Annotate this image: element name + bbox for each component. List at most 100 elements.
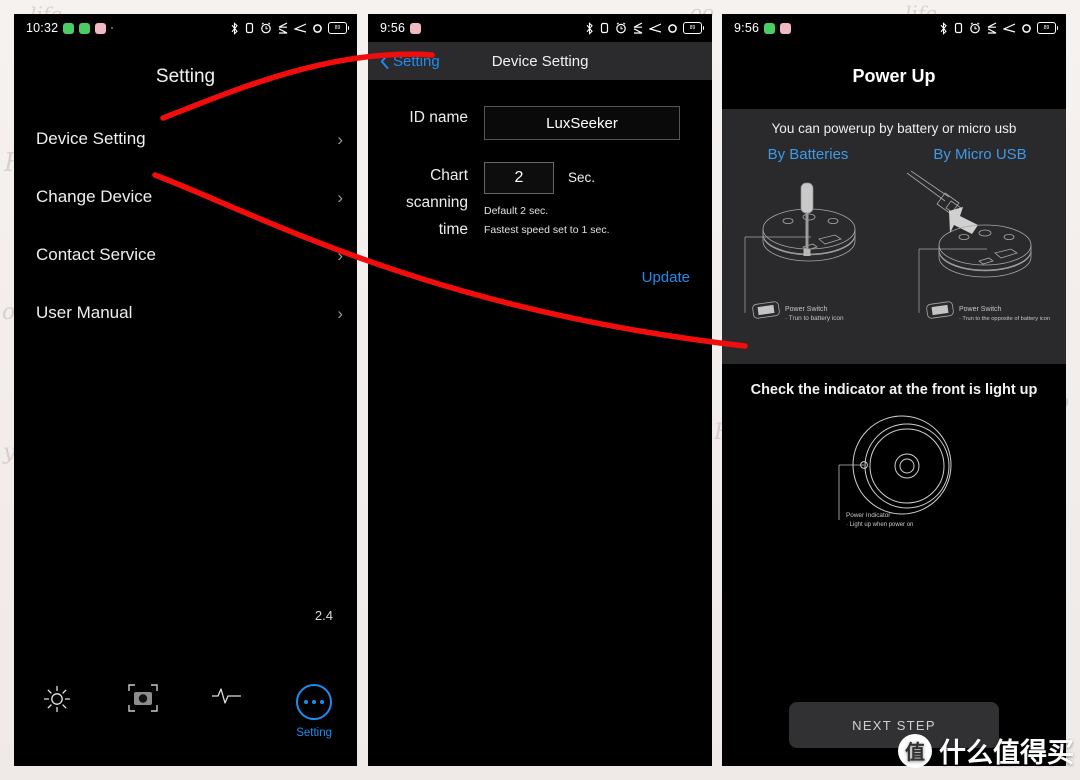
waveform-icon [212, 688, 242, 704]
indicator-caption-title: Power Indicator [846, 512, 891, 519]
power-switch-chip-icon [752, 301, 780, 319]
page-title: Setting [155, 66, 216, 87]
phone-screenshot-device-setting: 9:56 89 Setting Device Setting ID name C… [368, 14, 712, 766]
scan-time-label: Chart scanning time [405, 167, 468, 238]
settings-menu: Device Setting › Change Device › Contact… [14, 110, 357, 342]
bluetooth-icon [940, 21, 947, 35]
chevron-right-icon: › [337, 187, 343, 207]
caption-line: · Trun to the opposite of battery icon [959, 316, 1050, 322]
watermark: 值 什么值得买 [898, 731, 1074, 770]
status-bar: 9:56 89 [722, 14, 1066, 42]
menu-item-device-setting[interactable]: Device Setting › [14, 110, 357, 168]
menu-item-label: User Manual [36, 303, 133, 322]
vibrate-icon [954, 22, 963, 34]
caption-title: Power Switch [785, 306, 828, 313]
signal-icon [649, 23, 662, 33]
bluetooth-icon [231, 21, 238, 35]
id-name-label: ID name [409, 109, 468, 126]
clock-badge-icon [780, 22, 792, 34]
camera-icon [127, 684, 158, 712]
powerup-card: You can powerup by battery or micro usb … [722, 109, 1066, 364]
alarm-icon [261, 22, 271, 34]
page-title: Power Up [852, 66, 936, 86]
battery-level: 89 [1043, 25, 1050, 31]
wifi-icon [668, 23, 677, 33]
chat-badge-icon [63, 22, 75, 34]
signal-icon [1003, 23, 1016, 33]
chevron-right-icon: › [337, 129, 343, 149]
power-switch-chip-icon [926, 301, 954, 319]
menu-item-change-device[interactable]: Change Device › [14, 168, 357, 226]
back-label: Setting [393, 52, 440, 70]
battery-install-illustration: Power Switch · Trun to battery icon [744, 182, 856, 322]
phone-screenshot-settings: 10:32 89 Setting Device Setting › Change… [14, 14, 357, 766]
id-name-input[interactable] [484, 106, 680, 140]
indicator-caption-line: · Light up when power on [846, 522, 913, 528]
powerup-subtitle: You can powerup by battery or micro usb [771, 121, 1017, 136]
powerup-option-microusb[interactable]: By Micro USB Power Switch · Trun to the … [894, 146, 1066, 346]
dots-circle-icon [296, 684, 333, 720]
menu-item-contact-service[interactable]: Contact Service › [14, 226, 357, 284]
tab-setting[interactable]: Setting [271, 684, 357, 739]
bluetooth-icon [586, 21, 593, 35]
status-bar: 10:32 89 [14, 14, 357, 42]
status-time: 10:32 [26, 21, 59, 35]
chevron-right-icon: › [337, 245, 343, 265]
app-version: 2.4 [314, 608, 333, 623]
nav-bar: Setting Device Setting [368, 42, 712, 80]
indicator-check-text: Check the indicator at the front is ligh… [750, 382, 1038, 398]
scan-time-input[interactable] [484, 162, 554, 194]
vibrate-icon [245, 22, 254, 34]
scan-hint-fastest: Fastest speed set to 1 sec. [484, 224, 610, 237]
clock-badge-icon [95, 22, 107, 34]
down-arrow-icon [949, 207, 978, 234]
battery-level: 89 [689, 25, 696, 31]
alarm-icon [970, 22, 980, 34]
option-title: By Micro USB [933, 146, 1027, 163]
id-name-row: ID name [368, 106, 712, 140]
caption-line: · Trun to battery icon [785, 315, 844, 322]
menu-item-label: Contact Service [36, 245, 156, 264]
dnd-icon [633, 22, 643, 34]
battery-icon: 89 [328, 22, 349, 34]
caption-title: Power Switch [959, 306, 1002, 313]
watermark-text: 什么值得买 [939, 738, 1074, 769]
battery-icon: 89 [683, 22, 704, 34]
signal-icon [294, 23, 307, 33]
update-button[interactable]: Update [368, 269, 712, 286]
menu-item-user-manual[interactable]: User Manual › [14, 284, 357, 342]
plus-badge-icon [79, 22, 91, 34]
dnd-icon [278, 22, 288, 34]
phone-screenshot-power-up: 9:56 89 Power Up You can powerup by batt… [722, 14, 1066, 766]
status-bar: 9:56 89 [368, 14, 712, 42]
bottom-tab-bar: Setting [14, 670, 357, 766]
sun-icon [43, 685, 71, 713]
wifi-icon [1022, 23, 1031, 33]
clock-badge-icon [410, 22, 422, 34]
chat-badge-icon [764, 22, 776, 34]
dnd-icon [987, 22, 997, 34]
chevron-right-icon: › [337, 303, 343, 323]
nav-title: Device Setting [491, 52, 589, 70]
option-title: By Batteries [767, 146, 849, 163]
scan-hint-default: Default 2 sec. [484, 205, 549, 217]
tab-waveform[interactable] [186, 684, 272, 706]
tab-brightness[interactable] [14, 684, 100, 714]
status-time: 9:56 [734, 21, 760, 35]
menu-item-label: Device Setting [36, 129, 146, 148]
battery-level: 89 [334, 25, 341, 31]
back-button[interactable]: Setting [380, 53, 440, 70]
tab-camera[interactable] [100, 684, 186, 712]
microusb-install-illustration: Power Switch · Trun to the opposite of b… [906, 171, 1050, 322]
status-time: 9:56 [380, 21, 406, 35]
tab-label: Setting [296, 727, 333, 739]
power-indicator-illustration: Power Indicator · Light up when power on [838, 415, 952, 528]
vibrate-icon [600, 22, 609, 34]
watermark-badge: 值 [898, 733, 932, 768]
powerup-option-batteries[interactable]: By Batteries Power Switch · Trun to batt… [722, 146, 894, 346]
alarm-icon [616, 22, 626, 34]
overflow-dot-icon [111, 27, 114, 29]
wifi-icon [313, 23, 322, 33]
battery-icon: 89 [1037, 22, 1058, 34]
menu-item-label: Change Device [36, 187, 153, 206]
